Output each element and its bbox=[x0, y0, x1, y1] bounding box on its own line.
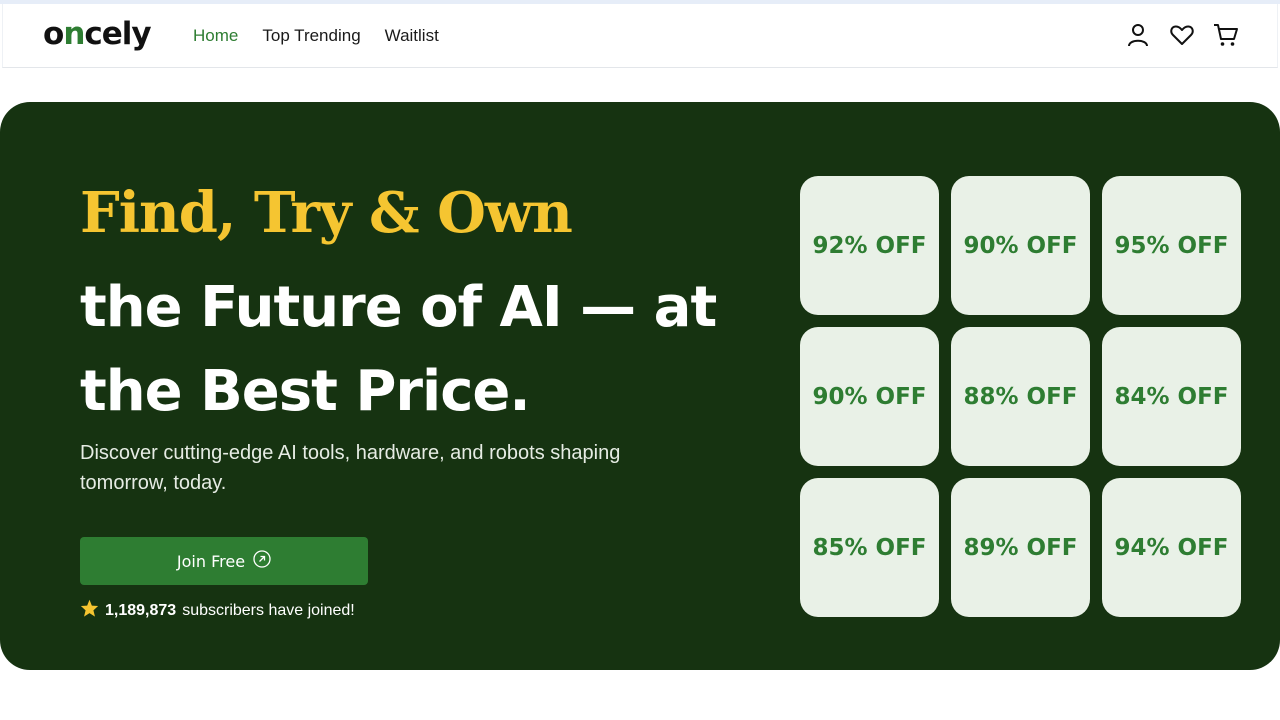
site-header: oncely Home Top Trending Waitlist bbox=[2, 4, 1278, 68]
deal-tile[interactable]: 85% OFF bbox=[800, 478, 939, 617]
arrow-up-right-circle-icon bbox=[253, 550, 271, 572]
join-free-label: Join Free bbox=[176, 551, 246, 571]
heart-icon[interactable] bbox=[1169, 22, 1195, 48]
hero-title-highlight: Find, Try & Own bbox=[80, 180, 573, 246]
logo-part-2: cely bbox=[84, 16, 151, 52]
cart-icon[interactable] bbox=[1213, 22, 1239, 48]
hero-title: the Future of AI — at the Best Price. bbox=[80, 275, 717, 424]
logo-part-accent: n bbox=[63, 16, 85, 52]
deal-tile[interactable]: 95% OFF bbox=[1102, 176, 1241, 315]
deal-tile[interactable]: 88% OFF bbox=[951, 327, 1090, 466]
deal-tile[interactable]: 90% OFF bbox=[800, 327, 939, 466]
oncely-logo[interactable]: oncely bbox=[43, 16, 152, 52]
star-icon bbox=[80, 599, 99, 622]
deal-tile[interactable]: 89% OFF bbox=[951, 478, 1090, 617]
hero-section: Find, Try & Own the Future of AI — at th… bbox=[0, 102, 1280, 670]
deal-tile[interactable]: 92% OFF bbox=[800, 176, 939, 315]
deal-tile[interactable]: 84% OFF bbox=[1102, 327, 1241, 466]
logo-part-1: o bbox=[43, 16, 64, 52]
deal-tile[interactable]: 90% OFF bbox=[951, 176, 1090, 315]
subscribers-info: 1,189,873 subscribers have joined! bbox=[80, 599, 355, 622]
nav-item-home[interactable]: Home bbox=[193, 26, 238, 46]
subscribers-text: subscribers have joined! bbox=[182, 601, 355, 619]
header-actions bbox=[1125, 22, 1239, 48]
deal-grid: 92% OFF 90% OFF 95% OFF 90% OFF 88% OFF … bbox=[800, 176, 1241, 617]
join-free-button[interactable]: Join Free bbox=[80, 537, 368, 585]
hero-subtitle: Discover cutting-edge AI tools, hardware… bbox=[80, 442, 621, 494]
deal-tile[interactable]: 94% OFF bbox=[1102, 478, 1241, 617]
main-nav: Home Top Trending Waitlist bbox=[193, 26, 439, 46]
subscribers-count: 1,189,873 bbox=[105, 601, 177, 619]
nav-item-top-trending[interactable]: Top Trending bbox=[262, 26, 360, 46]
user-icon[interactable] bbox=[1125, 22, 1151, 48]
nav-item-waitlist[interactable]: Waitlist bbox=[385, 26, 439, 46]
